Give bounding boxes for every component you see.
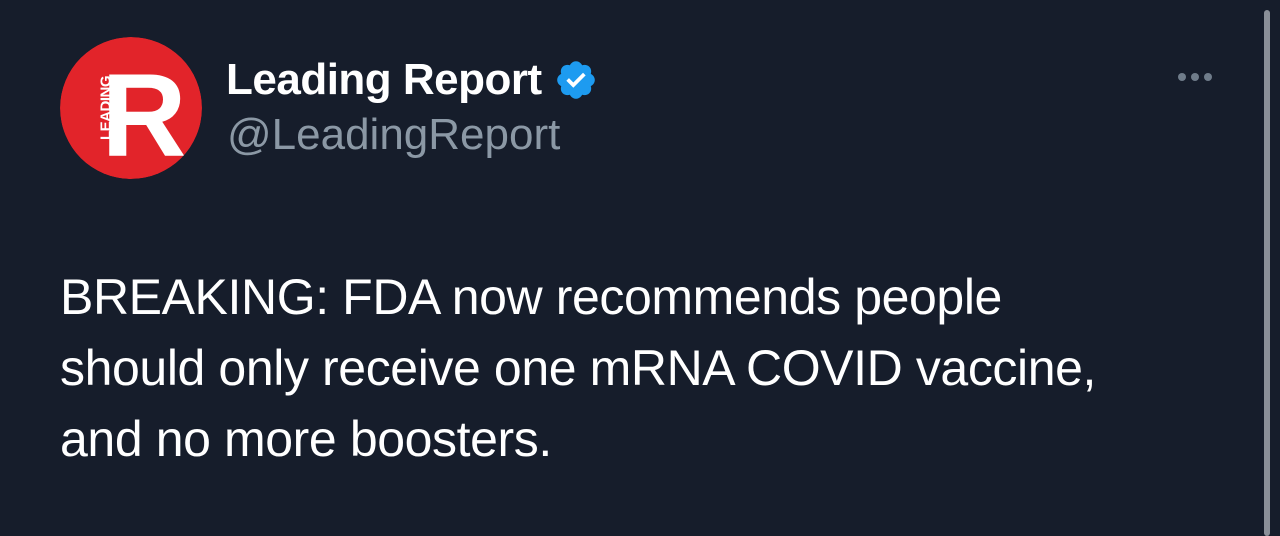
author-avatar[interactable]: LEADING R: [60, 37, 202, 179]
avatar-letter: R: [101, 50, 186, 179]
tweet-text-line: should only receive one mRNA COVID vacci…: [60, 340, 1097, 396]
tweet-text-line: and no more boosters.: [60, 411, 552, 467]
author-display-name[interactable]: Leading Report: [226, 58, 542, 102]
verified-badge-icon[interactable]: [554, 58, 598, 102]
more-options-icon[interactable]: [1170, 64, 1220, 90]
tweet-card: LEADING R Leading Report @LeadingReport …: [0, 0, 1280, 536]
tweet-text-line: BREAKING: FDA now recommends people: [60, 269, 1002, 325]
author-handle[interactable]: @LeadingReport: [227, 113, 560, 157]
more-dot: [1191, 73, 1199, 81]
tweet-text: BREAKING: FDA now recommends people shou…: [60, 262, 1220, 475]
more-dot: [1204, 73, 1212, 81]
scrollbar[interactable]: [1264, 0, 1280, 536]
more-dot: [1178, 73, 1186, 81]
scrollbar-thumb[interactable]: [1264, 10, 1270, 536]
author-name-row: Leading Report: [226, 52, 598, 108]
leading-report-logo-icon: LEADING R: [60, 37, 202, 179]
